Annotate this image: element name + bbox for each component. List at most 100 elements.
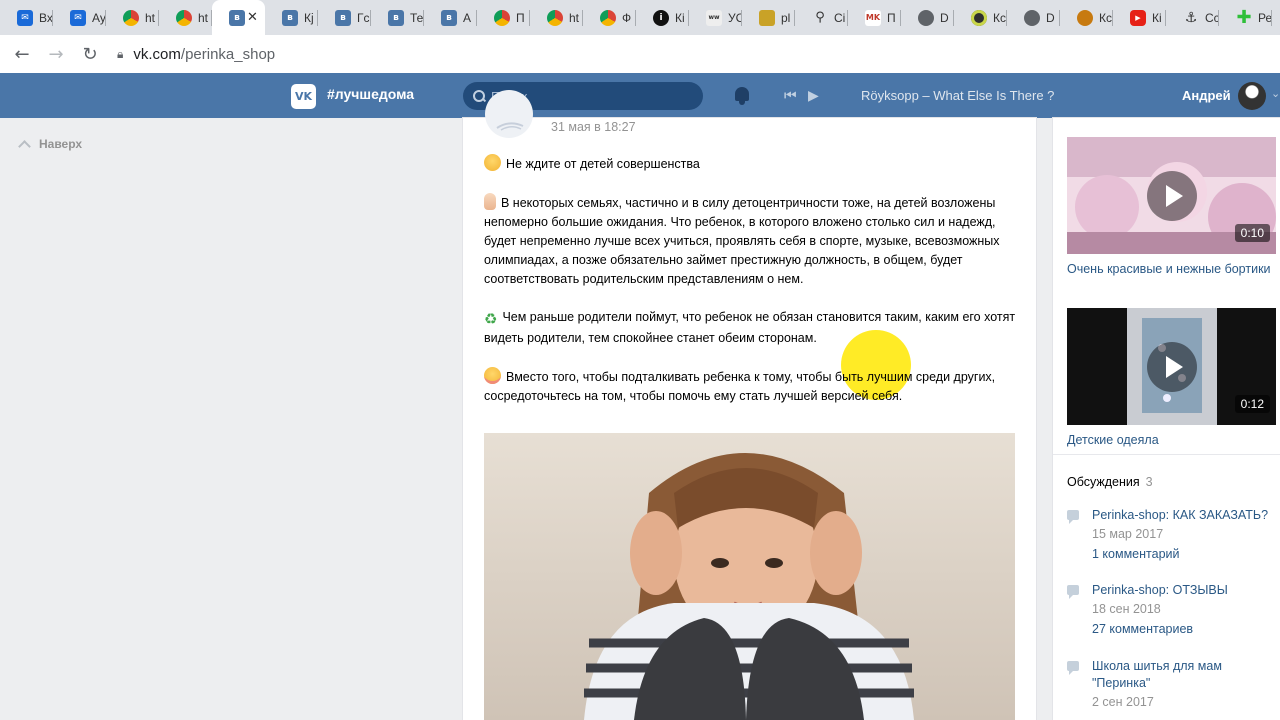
topic-title[interactable]: Perinka-shop: ОТЗЫВЫ	[1092, 582, 1280, 599]
emoji-recycle-icon: ♻	[484, 311, 498, 328]
browser-tab[interactable]: pl	[742, 0, 795, 35]
browser-tab[interactable]: ww УС	[689, 0, 742, 35]
topic-comments[interactable]: 1 комментарий	[1092, 547, 1179, 561]
browser-tab[interactable]: ⚲ Сі	[795, 0, 848, 35]
vk-icon: в	[229, 9, 245, 26]
back-arrow-icon[interactable]: ←	[5, 37, 39, 71]
post-paragraph: Вместо того, чтобы подталкивать ребенка …	[484, 367, 1019, 406]
site-icon	[1077, 9, 1093, 26]
speech-bubble-icon	[1067, 585, 1079, 599]
globe-icon	[918, 9, 934, 26]
chrome-icon	[123, 9, 139, 26]
topic-title[interactable]: Perinka-shop: КАК ЗАКАЗАТЬ?	[1092, 507, 1280, 524]
site-icon	[759, 9, 775, 26]
browser-tab[interactable]: ✉ Вх	[0, 0, 53, 35]
post-paragraph: Не ждите от детей совершенства	[484, 154, 1019, 174]
browser-tab[interactable]: ⚓ Сс	[1166, 0, 1219, 35]
chrome-icon	[494, 9, 510, 26]
video-title[interactable]: Детские одеяла	[1067, 431, 1272, 449]
topic-comments[interactable]: 27 комментариев	[1092, 622, 1193, 636]
browser-tab[interactable]: ✉ Ау	[53, 0, 106, 35]
vk-icon: в	[335, 9, 351, 26]
browser-tab[interactable]: вА	[424, 0, 477, 35]
browser-tab[interactable]: ht	[530, 0, 583, 35]
current-track[interactable]: Röyksopp – What Else Is There ?	[861, 88, 1054, 103]
topic-title[interactable]: Школа шитья для мам "Перинка"	[1092, 658, 1280, 692]
browser-tab[interactable]: Кс	[1060, 0, 1113, 35]
video-thumbnail[interactable]: 0:12	[1067, 308, 1276, 425]
emoji-hand-icon	[484, 193, 496, 210]
browser-tab[interactable]: ✚ Ре	[1219, 0, 1272, 35]
post-paragraph: ♻ Чем раньше родители поймут, что ребенок…	[484, 310, 1016, 345]
browser-tab[interactable]: D	[901, 0, 954, 35]
video-title[interactable]: Очень красивые и нежные бортики	[1067, 260, 1272, 278]
vk-icon: в	[282, 9, 298, 26]
chrome-icon	[176, 9, 192, 26]
chevron-down-icon[interactable]: ⌄	[1271, 87, 1280, 100]
user-name[interactable]: Андрей	[1182, 88, 1231, 103]
right-sidebar: 0:10 Очень красивые и нежные бортики 0:1…	[1053, 118, 1280, 720]
topic-date: 15 мар 2017	[1092, 527, 1164, 541]
vk-icon: в	[388, 9, 404, 26]
divider	[1053, 454, 1280, 455]
browser-tab[interactable]: MK П	[848, 0, 901, 35]
vk-icon: в	[441, 9, 457, 26]
browser-tab[interactable]: i Кі	[636, 0, 689, 35]
post-author-avatar[interactable]	[485, 90, 533, 138]
browser-tab[interactable]: Кс	[954, 0, 1007, 35]
play-icon[interactable]: ▶︎	[808, 88, 819, 104]
youtube-icon: ▶	[1130, 9, 1146, 26]
back-to-top-label: Наверх	[39, 137, 83, 151]
browser-tab[interactable]: П	[477, 0, 530, 35]
wall-post: 31 мая в 18:27 Не ждите от детей соверше…	[463, 90, 1036, 720]
browser-tab-active[interactable]: в ✕	[212, 0, 265, 35]
browser-tab[interactable]: в Те	[371, 0, 424, 35]
chrome-icon	[547, 9, 563, 26]
bell-icon[interactable]	[734, 87, 750, 105]
browser-tab[interactable]: в Гс	[318, 0, 371, 35]
address-bar[interactable]: 🔒︎ vk.com/perinka_shop	[117, 39, 275, 69]
vk-header: VK #лучшедома ⏮︎ ▶︎ Röyksopp – What Else…	[0, 73, 1280, 118]
browser-tab[interactable]: ▶ Кі	[1113, 0, 1166, 35]
browser-tab[interactable]: ht	[159, 0, 212, 35]
url-text: vk.com/perinka_shop	[133, 45, 276, 63]
topic-date: 18 сен 2018	[1092, 602, 1161, 616]
topic-date: 2 сен 2017	[1092, 695, 1154, 709]
site-icon: ww	[706, 9, 722, 26]
back-to-top-button[interactable]: Наверх	[18, 137, 83, 153]
lock-icon: 🔒︎	[117, 46, 124, 61]
anchor-icon: ⚓	[1184, 9, 1198, 26]
speech-bubble-icon	[1067, 661, 1079, 675]
browser-tab[interactable]: D	[1007, 0, 1060, 35]
site-icon	[971, 9, 987, 26]
mail-icon: ✉	[17, 9, 33, 26]
video-duration: 0:12	[1234, 395, 1270, 413]
previous-track-icon[interactable]: ⏮︎	[784, 88, 797, 104]
vk-logo-icon[interactable]: VK	[291, 84, 316, 109]
avatar[interactable]	[1238, 82, 1266, 110]
forward-arrow-icon[interactable]: →	[39, 37, 73, 71]
browser-tab-strip: ✉ Вх ✉ Ау ht ht в ✕ в Кј в Гс в Те вА П ht Ф i…	[0, 0, 1280, 35]
post-paragraph: В некоторых семьях, частично и в силу де…	[484, 193, 1019, 289]
play-icon[interactable]	[1146, 170, 1197, 221]
emoji-flushed-face-icon	[484, 367, 501, 384]
reload-icon[interactable]: ↻	[73, 37, 107, 71]
browser-tab[interactable]: Ф	[583, 0, 636, 35]
chrome-icon	[600, 9, 616, 26]
mail-icon: ✉	[70, 9, 86, 26]
chevron-up-icon	[18, 139, 31, 153]
browser-toolbar: ← → ↻ 🔒︎ vk.com/perinka_shop	[0, 35, 1280, 73]
post-date[interactable]: 31 мая в 18:27	[551, 120, 636, 134]
hashtag-link[interactable]: #лучшедома	[327, 86, 414, 102]
post-photo[interactable]	[484, 433, 1015, 720]
video-thumbnail[interactable]: 0:10	[1067, 137, 1276, 254]
cursor-highlight	[841, 330, 911, 400]
browser-tab[interactable]: ht	[106, 0, 159, 35]
browser-tab[interactable]: в Кј	[265, 0, 318, 35]
close-icon[interactable]: ✕	[247, 10, 258, 25]
search-icon: ⚲	[815, 10, 825, 25]
emoji-face-icon	[484, 154, 501, 171]
info-icon: i	[653, 9, 669, 26]
discussions-header[interactable]: Обсуждения 3	[1067, 475, 1153, 489]
play-icon[interactable]	[1146, 341, 1197, 392]
